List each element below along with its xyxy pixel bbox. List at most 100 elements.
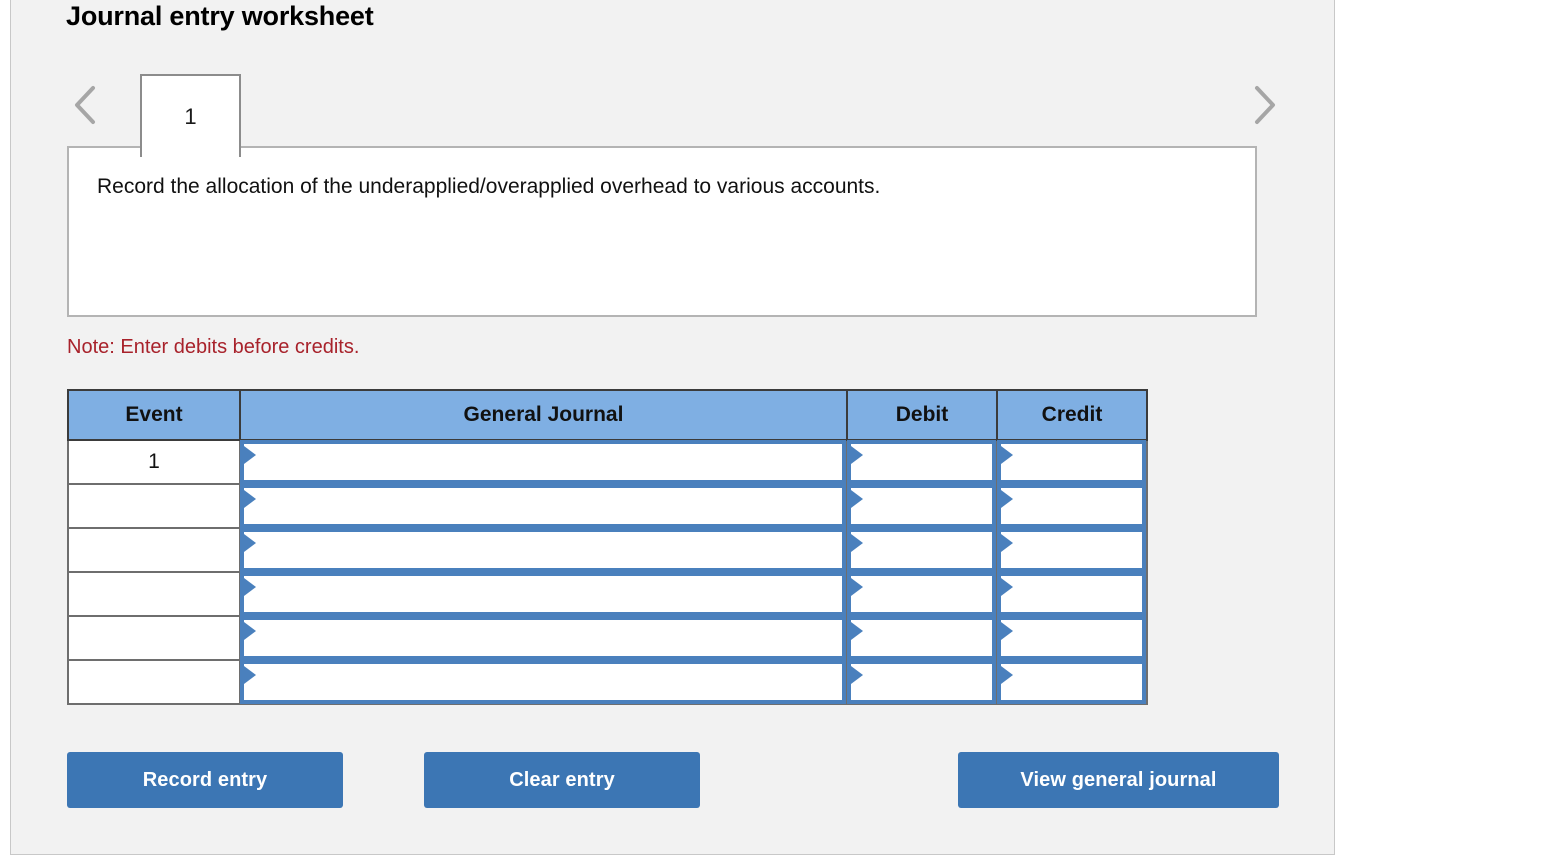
general-journal-cell: [239, 615, 848, 661]
debit-value-5[interactable]: [867, 620, 986, 656]
credit-cell-wrapper: [997, 572, 1146, 616]
credit-value-6[interactable]: [1017, 664, 1136, 700]
debit-input-1[interactable]: [847, 440, 996, 484]
credit-cell-wrapper: [997, 528, 1146, 572]
debit-cell: [846, 571, 998, 617]
credit-input-3[interactable]: [997, 528, 1146, 572]
general-journal-cell: [239, 527, 848, 573]
question-panel: Record the allocation of the underapplie…: [67, 146, 1257, 317]
credit-cell: [996, 571, 1148, 617]
credit-value-2[interactable]: [1017, 488, 1136, 524]
debit-value-4[interactable]: [867, 576, 986, 612]
event-cell: [67, 571, 241, 617]
general-journal-input-5[interactable]: [240, 616, 846, 660]
general-journal-input-2[interactable]: [240, 484, 846, 528]
general-journal-cell: [239, 483, 848, 529]
debit-cell: [846, 439, 998, 485]
general-journal-cell-wrapper: [240, 484, 846, 528]
credit-value-5[interactable]: [1017, 620, 1136, 656]
debit-input-2[interactable]: [847, 484, 996, 528]
debit-value-3[interactable]: [867, 532, 986, 568]
credit-cell-wrapper: [997, 440, 1146, 484]
general-journal-input-3[interactable]: [240, 528, 846, 572]
screen-root: Journal entry worksheet 1 Record the all…: [0, 0, 1542, 862]
credit-input-5[interactable]: [997, 616, 1146, 660]
dropdown-triangle-icon: [244, 666, 256, 684]
general-journal-cell: [239, 439, 848, 485]
column-header-debit: Debit: [846, 389, 998, 441]
event-cell: [67, 615, 241, 661]
dropdown-triangle-icon: [1001, 578, 1013, 596]
event-cell: 1: [67, 439, 241, 485]
credit-value-1[interactable]: [1017, 444, 1136, 480]
view-general-journal-button[interactable]: View general journal: [958, 752, 1279, 808]
credit-input-1[interactable]: [997, 440, 1146, 484]
previous-entry-button[interactable]: [69, 80, 103, 130]
table-header-row: Event General Journal Debit Credit: [67, 389, 1148, 441]
general-journal-value-2[interactable]: [260, 488, 836, 524]
event-cell: [67, 659, 241, 705]
dropdown-triangle-icon: [1001, 622, 1013, 640]
debit-input-4[interactable]: [847, 572, 996, 616]
general-journal-cell-wrapper: [240, 660, 846, 704]
chevron-left-icon: [69, 80, 103, 130]
debit-cell: [846, 615, 998, 661]
credit-input-4[interactable]: [997, 572, 1146, 616]
general-journal-input-1[interactable]: [240, 440, 846, 484]
credit-cell: [996, 659, 1148, 705]
credit-value-4[interactable]: [1017, 576, 1136, 612]
debit-value-2[interactable]: [867, 488, 986, 524]
dropdown-triangle-icon: [244, 622, 256, 640]
credit-value-3[interactable]: [1017, 532, 1136, 568]
debit-cell: [846, 527, 998, 573]
dropdown-triangle-icon: [1001, 446, 1013, 464]
debit-input-5[interactable]: [847, 616, 996, 660]
credit-cell: [996, 615, 1148, 661]
column-header-general-journal: General Journal: [239, 389, 848, 441]
general-journal-cell: [239, 571, 848, 617]
debit-input-3[interactable]: [847, 528, 996, 572]
debit-cell-wrapper: [847, 440, 996, 484]
general-journal-input-4[interactable]: [240, 572, 846, 616]
credit-cell: [996, 439, 1148, 485]
tab-entry-1[interactable]: 1: [140, 74, 241, 157]
dropdown-triangle-icon: [244, 446, 256, 464]
column-header-event: Event: [67, 389, 241, 441]
credit-cell: [996, 483, 1148, 529]
dropdown-triangle-icon: [1001, 534, 1013, 552]
general-journal-cell: [239, 659, 848, 705]
credit-cell-wrapper: [997, 616, 1146, 660]
general-journal-value-6[interactable]: [260, 664, 836, 700]
credit-input-6[interactable]: [997, 660, 1146, 704]
dropdown-triangle-icon: [851, 578, 863, 596]
record-entry-button[interactable]: Record entry: [67, 752, 343, 808]
debits-before-credits-note: Note: Enter debits before credits.: [67, 336, 360, 358]
question-text: Record the allocation of the underapplie…: [97, 175, 881, 198]
credit-cell: [996, 527, 1148, 573]
credit-input-2[interactable]: [997, 484, 1146, 528]
table-row: 1: [67, 439, 1148, 485]
debit-value-6[interactable]: [867, 664, 986, 700]
debit-input-6[interactable]: [847, 660, 996, 704]
page-title: Journal entry worksheet: [66, 1, 374, 31]
general-journal-value-1[interactable]: [260, 444, 836, 480]
next-entry-button[interactable]: [1247, 80, 1281, 130]
general-journal-cell-wrapper: [240, 440, 846, 484]
debit-cell-wrapper: [847, 484, 996, 528]
credit-cell-wrapper: [997, 660, 1146, 704]
general-journal-cell-wrapper: [240, 528, 846, 572]
dropdown-triangle-icon: [244, 534, 256, 552]
general-journal-input-6[interactable]: [240, 660, 846, 704]
dropdown-triangle-icon: [851, 490, 863, 508]
general-journal-value-4[interactable]: [260, 576, 836, 612]
table-row: [67, 615, 1148, 661]
clear-entry-button[interactable]: Clear entry: [424, 752, 700, 808]
table-row: [67, 483, 1148, 529]
general-journal-value-5[interactable]: [260, 620, 836, 656]
chevron-right-icon: [1247, 80, 1281, 130]
general-journal-cell-wrapper: [240, 616, 846, 660]
general-journal-value-3[interactable]: [260, 532, 836, 568]
general-journal-cell-wrapper: [240, 572, 846, 616]
debit-value-1[interactable]: [867, 444, 986, 480]
table-row: [67, 659, 1148, 705]
